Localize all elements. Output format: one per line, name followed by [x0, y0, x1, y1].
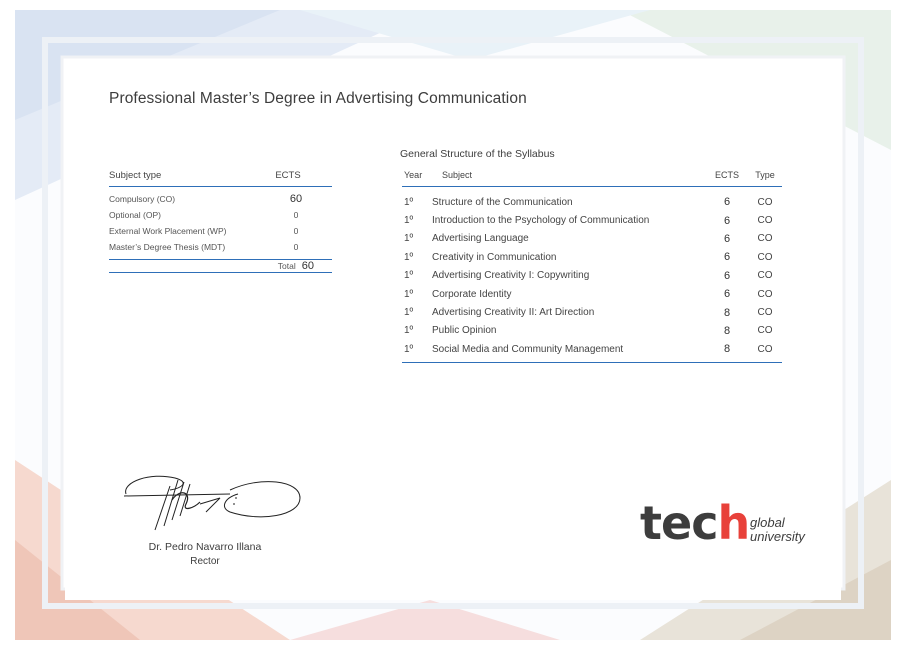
subject-type-ects: 60	[289, 193, 303, 205]
subject-type-label: Optional (OP)	[109, 210, 161, 220]
type-cell: CO	[757, 270, 773, 282]
signatory-role: Rector	[190, 556, 220, 567]
year-cell: 1º	[404, 196, 414, 208]
type-cell: CO	[757, 251, 773, 263]
logo-line-2: university	[750, 529, 805, 544]
total-row: Total 60	[109, 259, 332, 273]
subject-type-column-header: Subject type	[109, 170, 162, 181]
table-row: Master’s Degree Thesis (MDT) 0	[109, 239, 332, 255]
subject-cell: Advertising Language	[432, 233, 529, 245]
subject-cell: Corporate Identity	[432, 288, 512, 300]
degree-title: Professional Master’s Degree in Advertis…	[109, 90, 527, 107]
type-cell: CO	[757, 215, 773, 227]
ects-cell: 6	[723, 288, 731, 301]
type-column-header: Type	[755, 170, 775, 180]
signature-image	[123, 475, 301, 531]
logo-word-main: tec	[640, 496, 718, 550]
table-row: 1º Public Opinion 8 CO	[402, 322, 782, 340]
logo-line-1: global	[750, 515, 785, 530]
ects-cell: 6	[723, 214, 731, 227]
subject-cell: Advertising Creativity I: Copywriting	[432, 270, 590, 282]
ects-cell: 6	[723, 269, 731, 282]
subject-type-table: Subject type ECTS Compulsory (CO) 60 Opt…	[109, 170, 332, 273]
subject-cell: Social Media and Community Management	[432, 343, 624, 355]
ects-column-header: ECTS	[275, 170, 301, 181]
syllabus-table: Year Subject ECTS Type 1º Structure of t…	[402, 170, 782, 363]
subject-cell: Advertising Creativity II: Art Direction	[432, 307, 595, 319]
type-cell: CO	[757, 196, 773, 208]
subject-type-ects: 0	[293, 210, 299, 220]
logo-wordmark: tech	[640, 500, 750, 546]
ects-cell: 6	[723, 232, 731, 245]
total-value: 60	[301, 260, 314, 272]
type-cell: CO	[757, 325, 773, 337]
table-row: Compulsory (CO) 60	[109, 191, 332, 207]
year-cell: 1º	[404, 307, 414, 319]
year-cell: 1º	[404, 233, 414, 245]
type-cell: CO	[757, 233, 773, 245]
year-cell: 1º	[404, 215, 414, 227]
subject-cell: Introduction to the Psychology of Commun…	[432, 215, 650, 227]
syllabus-caption: General Structure of the Syllabus	[400, 148, 555, 160]
table-row: 1º Advertising Creativity I: Copywriting…	[402, 267, 782, 285]
logo-subtitle: global university	[750, 516, 805, 544]
ects-cell: 8	[723, 343, 731, 356]
type-cell: CO	[757, 288, 773, 300]
syllabus-header: Year Subject ECTS Type	[402, 170, 782, 187]
subject-cell: Public Opinion	[432, 325, 497, 337]
table-row: Optional (OP) 0	[109, 207, 332, 223]
ects-cell: 8	[723, 306, 731, 319]
subject-type-header: Subject type ECTS	[109, 170, 332, 187]
year-cell: 1º	[404, 270, 414, 282]
subject-column-header: Subject	[442, 170, 473, 180]
type-cell: CO	[757, 307, 773, 319]
year-cell: 1º	[404, 251, 414, 263]
table-row: 1º Introduction to the Psychology of Com…	[402, 211, 782, 229]
year-cell: 1º	[404, 343, 414, 355]
ects-cell: 6	[723, 251, 731, 264]
table-row: External Work Placement (WP) 0	[109, 223, 332, 239]
logo-word-h: h	[717, 496, 750, 550]
year-cell: 1º	[404, 288, 414, 300]
year-cell: 1º	[404, 325, 414, 337]
subject-cell: Structure of the Communication	[432, 196, 573, 208]
subject-type-ects: 0	[293, 242, 299, 252]
certificate-page: Professional Master’s Degree in Advertis…	[0, 0, 906, 649]
ects-column-header: ECTS	[714, 170, 739, 180]
subject-type-label: External Work Placement (WP)	[109, 226, 227, 236]
subject-type-label: Master’s Degree Thesis (MDT)	[109, 242, 226, 252]
subject-cell: Creativity in Communication	[432, 251, 557, 263]
table-row: 1º Corporate Identity 6 CO	[402, 285, 782, 303]
ects-cell: 6	[723, 196, 731, 209]
table-bottom-rule	[402, 361, 782, 363]
table-row: 1º Advertising Language 6 CO	[402, 230, 782, 248]
total-label: Total	[277, 261, 296, 271]
subject-type-ects: 0	[293, 226, 299, 236]
signatory-name: Dr. Pedro Navarro Illana	[148, 541, 262, 553]
table-row: 1º Creativity in Communication 6 CO	[402, 248, 782, 266]
type-cell: CO	[757, 343, 773, 355]
subject-type-label: Compulsory (CO)	[109, 194, 176, 204]
table-row: 1º Advertising Creativity II: Art Direct…	[402, 303, 782, 321]
ects-cell: 8	[723, 324, 731, 337]
table-row: 1º Structure of the Communication 6 CO	[402, 193, 782, 211]
year-column-header: Year	[404, 170, 423, 180]
table-row: 1º Social Media and Community Management…	[402, 340, 782, 358]
